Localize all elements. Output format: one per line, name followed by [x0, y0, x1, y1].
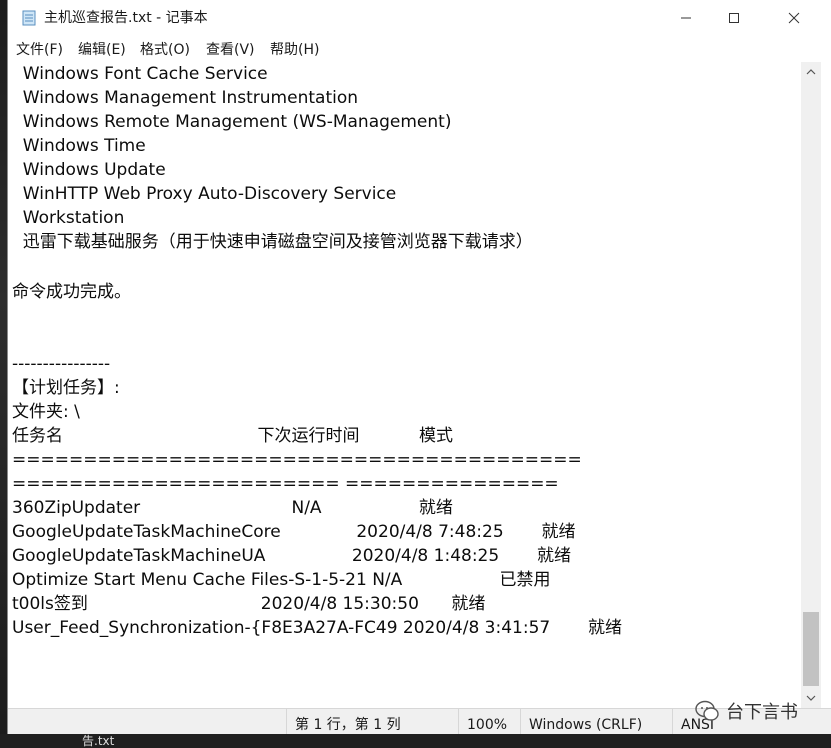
text-line: Windows Remote Management (WS-Management…: [12, 112, 452, 132]
menu-bar: 文件(F) 编辑(E) 格式(O) 查看(V) 帮助(H): [8, 38, 831, 62]
text-line: ======================= ===============: [12, 474, 559, 494]
maximize-button[interactable]: [705, 0, 763, 36]
text-line: Windows Update: [12, 160, 166, 180]
text-line: t00ls签到 2020/4/8 15:30:50 就绪: [12, 594, 486, 614]
menu-view[interactable]: 查看(V): [202, 38, 259, 62]
window-title: 主机巡查报告.txt - 记事本: [44, 10, 208, 26]
text-line: 文件夹: \: [12, 402, 80, 422]
text-line: 迅雷下载基础服务（用于快速申请磁盘空间及接管浏览器下载请求）: [12, 232, 533, 252]
text-line: Windows Management Instrumentation: [12, 88, 359, 108]
menu-help[interactable]: 帮助(H): [266, 38, 323, 62]
taskbar: 告.txt: [0, 734, 831, 748]
text-line: Windows Time: [12, 136, 146, 156]
scroll-up-button[interactable]: [801, 62, 821, 82]
menu-edit[interactable]: 编辑(E): [74, 38, 130, 62]
close-button[interactable]: [765, 0, 823, 36]
watermark-text: 台下言书: [726, 702, 798, 723]
wechat-icon: [695, 700, 719, 721]
text-line: Optimize Start Menu Cache Files-S-1-5-21…: [12, 570, 551, 590]
notepad-icon: [22, 10, 36, 26]
text-line: 【计划任务】:: [12, 378, 120, 398]
text-editor[interactable]: Windows Font Cache Service Windows Manag…: [8, 62, 801, 708]
close-icon: [788, 12, 800, 24]
maximize-icon: [729, 13, 739, 23]
chevron-up-icon: [806, 69, 816, 75]
text-line: 命令成功完成。: [12, 282, 131, 302]
text-line: WinHTTP Web Proxy Auto-Discovery Service: [12, 184, 397, 204]
minimize-icon: [681, 17, 691, 19]
text-line: ========================================: [12, 450, 582, 470]
menu-file[interactable]: 文件(F): [12, 38, 67, 62]
chevron-down-icon: [806, 695, 816, 701]
text-line: 360ZipUpdater N/A 就绪: [12, 498, 453, 518]
menu-format[interactable]: 格式(O): [136, 38, 194, 62]
watermark: 台下言书: [694, 696, 798, 726]
text-line: ----------------: [12, 354, 111, 374]
text-line: Workstation: [12, 208, 125, 228]
text-line: GoogleUpdateTaskMachineCore 2020/4/8 7:4…: [12, 522, 576, 542]
text-line: GoogleUpdateTaskMachineUA 2020/4/8 1:48:…: [12, 546, 572, 566]
title-bar[interactable]: 主机巡查报告.txt - 记事本: [8, 0, 831, 36]
notepad-window: 主机巡查报告.txt - 记事本 文件(F) 编辑(E) 格式(O) 查看(V)…: [8, 0, 831, 741]
taskbar-item-label[interactable]: 告.txt: [82, 734, 114, 748]
text-line: Windows Font Cache Service: [12, 64, 268, 84]
scroll-thumb[interactable]: [803, 612, 819, 686]
text-line: User_Feed_Synchronization-{F8E3A27A-FC49…: [12, 618, 623, 638]
text-line: 任务名 下次运行时间 模式: [12, 426, 453, 446]
scroll-down-button[interactable]: [801, 688, 821, 708]
vertical-scrollbar[interactable]: [801, 62, 821, 708]
